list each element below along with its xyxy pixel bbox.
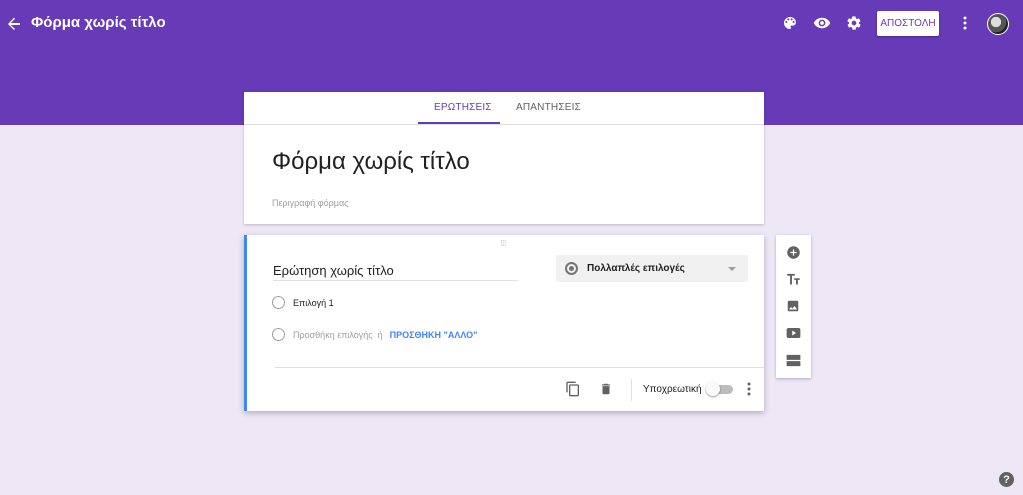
add-other-button[interactable]: ΠΡΟΣΘΗΚΗ "ΑΛΛΟ" (390, 330, 478, 340)
question-title-field[interactable]: Ερώτηση χωρίς τίτλο (273, 263, 518, 281)
avatar[interactable] (987, 13, 1009, 35)
form-header-card: ΕΡΩΤΗΣΕΙΣ ΑΠΑΝΤΗΣΕΙΣ Φόρμα χωρίς τίτλο Π… (244, 92, 764, 224)
option-row[interactable]: Επιλογή 1 (272, 296, 334, 309)
title-text-icon[interactable] (784, 270, 802, 288)
form-title[interactable]: Φόρμα χωρίς τίτλο (272, 148, 470, 176)
video-icon[interactable] (784, 324, 802, 342)
trash-icon[interactable] (594, 377, 618, 401)
tab-questions[interactable]: ΕΡΩΤΗΣΕΙΣ (434, 102, 492, 113)
image-icon[interactable] (784, 297, 802, 315)
app-title: Φόρμα χωρίς τίτλο (31, 14, 166, 31)
back-arrow-icon[interactable] (2, 12, 26, 36)
option-radio-icon (272, 328, 285, 341)
tab-responses[interactable]: ΑΠΑΝΤΗΣΕΙΣ (516, 102, 581, 113)
dropdown-arrow-icon (728, 267, 736, 271)
divider (275, 367, 764, 368)
divider (631, 379, 632, 401)
more-vert-icon[interactable] (737, 377, 761, 401)
or-text: ή (377, 329, 383, 340)
add-option-row: Προσθήκη επιλογής ή ΠΡΟΣΘΗΚΗ "ΑΛΛΟ" (272, 328, 477, 341)
option-label[interactable]: Επιλογή 1 (293, 298, 334, 308)
form-description-field[interactable]: Περιγραφή φόρμας (272, 198, 348, 208)
duplicate-icon[interactable] (561, 377, 585, 401)
question-type-select[interactable]: Πολλαπλές επιλογές (556, 255, 748, 282)
top-bar: Φόρμα χωρίς τίτλο ΑΠΟΣΤΟΛΗ (0, 0, 1023, 48)
radio-button-icon (565, 262, 578, 275)
palette-icon[interactable] (778, 11, 802, 35)
side-toolbar (776, 235, 811, 378)
question-type-label: Πολλαπλές επιλογές (587, 263, 685, 274)
required-toggle-knob[interactable] (706, 382, 720, 396)
option-radio-icon (272, 296, 285, 309)
required-label: Υποχρεωτική (643, 384, 702, 395)
help-icon[interactable]: ? (999, 472, 1014, 487)
send-button[interactable]: ΑΠΟΣΤΟΛΗ (877, 11, 939, 36)
tab-bar: ΕΡΩΤΗΣΕΙΣ ΑΠΑΝΤΗΣΕΙΣ (244, 92, 764, 125)
add-option-field[interactable]: Προσθήκη επιλογής (293, 330, 373, 340)
more-vert-icon[interactable] (953, 11, 977, 35)
eye-icon[interactable] (810, 11, 834, 35)
section-icon[interactable] (784, 351, 802, 369)
gear-icon[interactable] (842, 11, 866, 35)
drag-handle-icon[interactable]: ⁝⁝⁝ (500, 238, 507, 249)
add-question-icon[interactable] (784, 243, 802, 261)
active-tab-indicator (418, 122, 500, 124)
question-card[interactable]: ⁝⁝⁝ Ερώτηση χωρίς τίτλο Πολλαπλές επιλογ… (244, 235, 764, 411)
